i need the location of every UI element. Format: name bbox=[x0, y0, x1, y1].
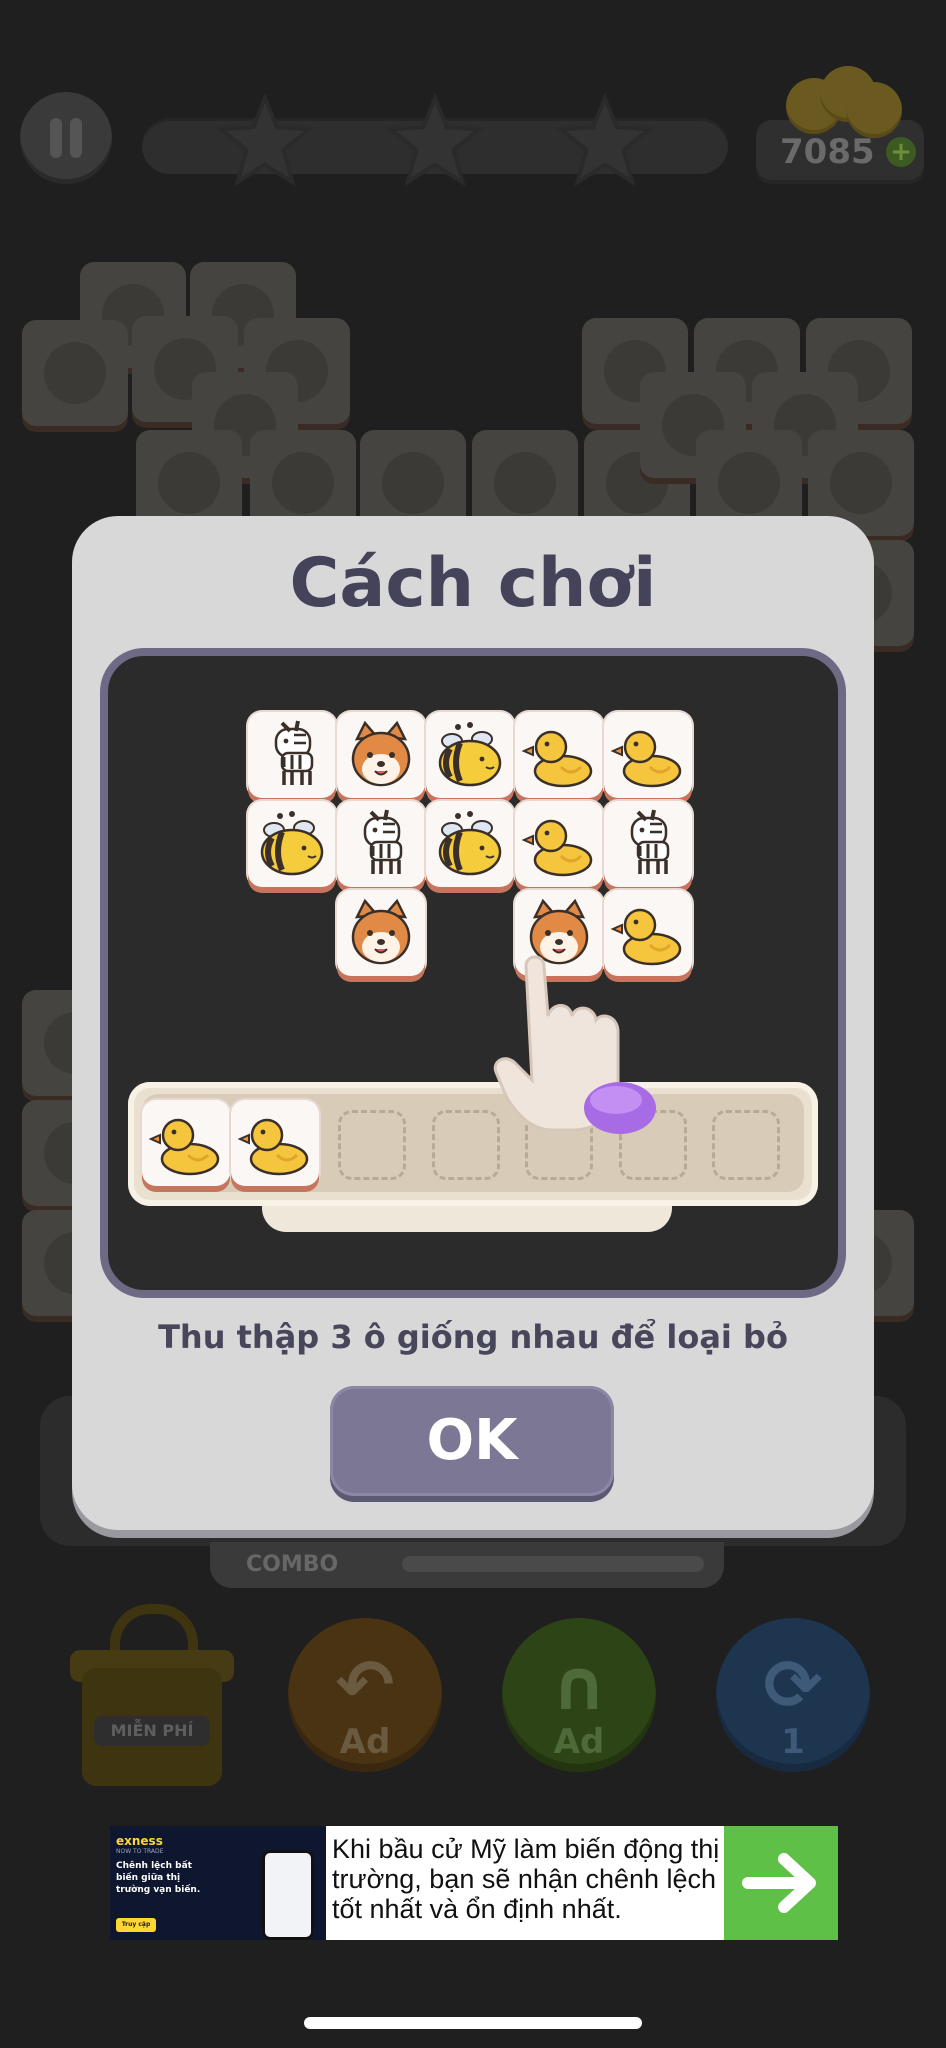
duck-tile[interactable] bbox=[515, 712, 603, 798]
empty-tray-slot bbox=[431, 1110, 500, 1180]
zebra-tile[interactable] bbox=[604, 801, 692, 887]
shuffle-button[interactable]: ⟳ 1 bbox=[716, 1618, 870, 1772]
empty-tray-slot bbox=[712, 1110, 780, 1180]
magnet-ad-label: Ad bbox=[553, 1722, 605, 1762]
bee-icon bbox=[438, 722, 502, 787]
zebra-icon bbox=[274, 720, 314, 785]
tray-duck-tile bbox=[231, 1100, 319, 1186]
progress-star-icon-2 bbox=[386, 92, 484, 187]
coin-count: 7085 bbox=[780, 132, 875, 172]
zebra-icon bbox=[630, 809, 670, 874]
shuffle-count: 1 bbox=[781, 1722, 805, 1762]
magnet-button[interactable]: ∩ Ad bbox=[502, 1618, 656, 1772]
bee-tile[interactable] bbox=[426, 712, 514, 798]
duck-icon bbox=[521, 730, 593, 788]
bee-icon bbox=[260, 811, 324, 876]
ad-arrow-button[interactable] bbox=[724, 1826, 838, 1940]
magnet-icon: ∩ bbox=[550, 1644, 608, 1726]
ad-text: Khi bầu cử Mỹ làm biến động thị trường, … bbox=[332, 1834, 720, 1924]
bee-tile[interactable] bbox=[426, 801, 514, 887]
bee-icon bbox=[438, 811, 502, 876]
zebra-tile[interactable] bbox=[337, 801, 425, 887]
duck-icon bbox=[237, 1118, 309, 1176]
shuffle-icon: ⟳ bbox=[763, 1644, 823, 1726]
shiba-tile[interactable] bbox=[337, 890, 425, 976]
shiba-tile[interactable] bbox=[337, 712, 425, 798]
tray-duck-tile bbox=[142, 1100, 230, 1186]
dialog-title: Cách chơi bbox=[289, 544, 657, 623]
duck-icon bbox=[610, 730, 682, 788]
home-indicator bbox=[304, 2017, 642, 2029]
duck-icon bbox=[148, 1118, 220, 1176]
progress-star-icon-1 bbox=[216, 92, 314, 187]
shiba-icon bbox=[351, 720, 411, 787]
ad-headline: Chênh lệch bất biến giữa thị trường vạn … bbox=[116, 1861, 201, 1895]
board-tile bbox=[22, 320, 128, 426]
pause-button[interactable] bbox=[20, 92, 112, 184]
empty-tray-slot bbox=[338, 1110, 406, 1180]
ok-button-label: OK bbox=[426, 1408, 518, 1473]
ok-button[interactable]: OK bbox=[330, 1386, 614, 1496]
duck-tile[interactable] bbox=[515, 801, 603, 887]
ad-cta[interactable]: Truy cập bbox=[116, 1918, 156, 1932]
ad-brand-sub: NOW TO TRADE bbox=[116, 1848, 164, 1855]
duck-icon bbox=[521, 819, 593, 877]
pointing-hand-icon bbox=[493, 955, 656, 1134]
combo-label: COMBO bbox=[246, 1552, 339, 1577]
undo-ad-label: Ad bbox=[339, 1722, 391, 1762]
ad-phone-image bbox=[262, 1850, 314, 1940]
bee-tile[interactable] bbox=[248, 801, 336, 887]
instruction-text: Thu thập 3 ô giống nhau để loại bỏ bbox=[158, 1318, 788, 1356]
gift-label: MIỄN PHÍ bbox=[94, 1716, 210, 1746]
add-coins-button[interactable]: + bbox=[886, 137, 916, 167]
combo-progress bbox=[402, 1556, 704, 1572]
zebra-icon bbox=[363, 809, 403, 874]
ad-brand: exness bbox=[116, 1834, 163, 1848]
coin-icon bbox=[846, 82, 902, 138]
shiba-icon bbox=[351, 898, 411, 965]
arrow-right-icon bbox=[742, 1853, 816, 1913]
duck-tile[interactable] bbox=[604, 712, 692, 798]
progress-star-icon-3 bbox=[556, 92, 654, 187]
zebra-tile[interactable] bbox=[248, 712, 336, 798]
undo-icon: ↶ bbox=[335, 1644, 395, 1726]
undo-button[interactable]: ↶ Ad bbox=[288, 1618, 442, 1772]
